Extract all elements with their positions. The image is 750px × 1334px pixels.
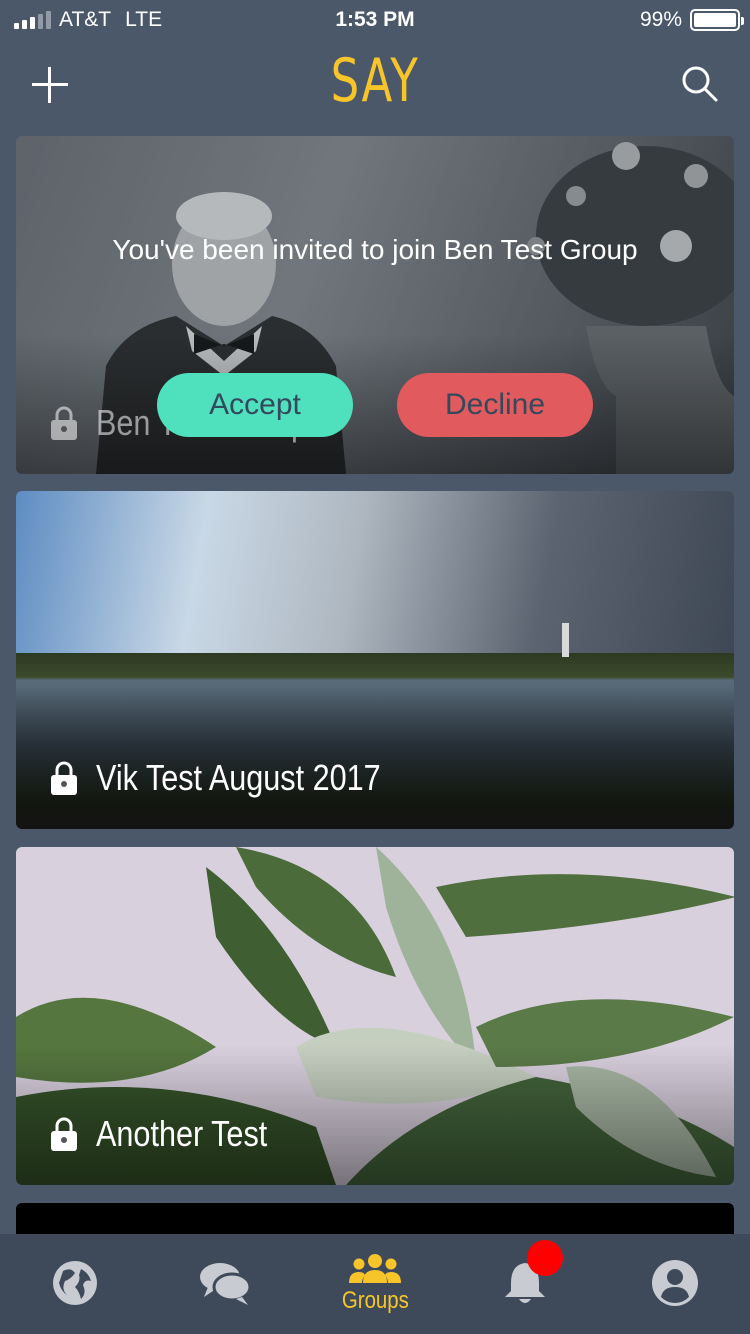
search-button[interactable] [680, 64, 720, 104]
group-card-another-test[interactable]: Another Test [16, 847, 734, 1185]
battery-fill [694, 13, 736, 27]
chat-icon [200, 1263, 252, 1305]
decline-button[interactable]: Decline [397, 373, 593, 437]
app-header: SAY [0, 40, 750, 130]
group-name: Another Test [96, 1113, 268, 1154]
group-title-row: Vik Test August 2017 [50, 757, 431, 799]
network-label: LTE [125, 8, 163, 31]
signal-strength-icon [14, 11, 51, 29]
carrier-label: AT&T [59, 8, 112, 31]
tab-label: Groups [341, 1287, 409, 1314]
profile-icon [652, 1260, 698, 1306]
status-bar: AT&T LTE 1:53 PM 99% [0, 0, 750, 40]
battery-icon [690, 9, 744, 31]
globe-icon [53, 1261, 97, 1305]
app-logo: SAY [330, 46, 420, 116]
group-card-vik-test[interactable]: Vik Test August 2017 [16, 491, 734, 829]
lock-icon [51, 761, 77, 795]
tab-profile[interactable] [615, 1234, 735, 1334]
status-left: AT&T LTE [14, 8, 162, 32]
notification-badge [527, 1240, 563, 1276]
tab-notifications[interactable] [465, 1234, 585, 1334]
groups-icon [349, 1254, 401, 1283]
tab-explore[interactable] [15, 1234, 135, 1334]
group-name: Vik Test August 2017 [96, 757, 381, 798]
lighthouse-illustration [562, 623, 569, 657]
tab-groups[interactable]: Groups [315, 1234, 435, 1334]
lock-icon [51, 406, 77, 440]
invite-message: You've been invited to join Ben Test Gro… [112, 234, 638, 265]
add-group-button[interactable] [30, 65, 70, 105]
group-card-ben-test-group[interactable]: Ben Test Group You've been invited to jo… [16, 136, 734, 474]
status-right: 99% [639, 8, 744, 32]
group-title-row: Another Test [50, 1113, 297, 1155]
search-icon [682, 66, 718, 102]
battery-percent: 99% [639, 8, 682, 31]
lock-icon [51, 1117, 77, 1151]
bottom-tab-bar: Groups [0, 1234, 750, 1334]
accept-button[interactable]: Accept [157, 373, 353, 437]
tab-chats[interactable] [165, 1234, 285, 1334]
